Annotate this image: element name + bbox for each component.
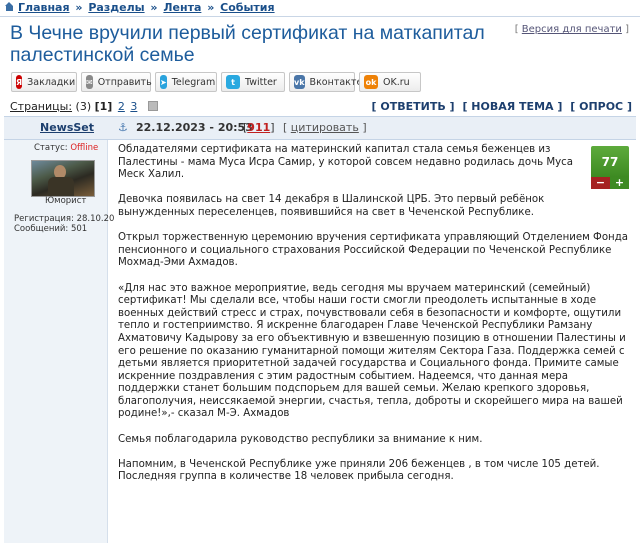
telegram-icon: ➤ [160,75,167,89]
odnoklassniki-icon: ok [364,75,378,89]
share-vk-button[interactable]: vk Вконтакте [289,72,362,92]
post-body: Обладателями сертификата на материнский … [118,144,628,497]
topic-actions: [ ОТВЕТИТЬ ] [ НОВАЯ ТЕМА ] [ ОПРОС ] [368,100,632,113]
post-header: NewsSet ⚓ 22.12.2023 - 20:53 [911] [ цит… [4,116,636,140]
breadcrumb-separator: » [207,1,215,14]
share-mail-button[interactable]: ✉ Отправить [81,72,152,92]
mail-icon: ✉ [86,75,93,89]
quote-label[interactable]: цитировать [291,121,359,134]
print-version-label[interactable]: Версия для печати [522,24,622,35]
share-label: Вконтакте [309,76,363,88]
rating-plus-button[interactable]: + [610,177,629,189]
breadcrumb-separator: » [150,1,158,14]
post-paragraph: «Для нас это важное мероприятие, ведь се… [118,282,626,420]
new-topic-button[interactable]: [ НОВАЯ ТЕМА ] [462,100,562,113]
share-label: Twitter [245,76,277,88]
topic-options-icon[interactable] [147,101,158,111]
poll-button[interactable]: [ ОПРОС ] [570,100,632,113]
print-version-link[interactable]: [ Версия для печати ] [515,24,629,35]
divider [0,16,640,17]
status-label: Статус: [34,143,68,153]
post-number-link[interactable]: 911 [247,121,270,134]
pagination: Страницы: (3) [1] 2 3 [10,100,158,113]
print-bracket-close: ] [625,24,629,35]
breadcrumb-separator: » [75,1,83,14]
share-twitter-button[interactable]: t Twitter [221,72,285,92]
post-paragraph: Семья поблагодарила руководство республи… [118,433,483,445]
post-paragraph: Открыл торжественную церемонию вручения … [118,232,628,269]
post-paragraph: Обладателями сертификата на материнский … [118,144,573,181]
user-message-count: Сообщений: 501 [14,224,88,234]
user-status: Статус: Offline [34,143,98,153]
post-date: 22.12.2023 - 20:53 [136,121,253,134]
reply-button[interactable]: [ ОТВЕТИТЬ ] [372,100,455,113]
avatar [31,160,95,197]
post-paragraph: Девочка появилась на свет 14 декабря в Ш… [118,194,545,218]
share-telegram-button[interactable]: ➤ Telegram [155,72,217,92]
user-info-panel: Статус: Offline Юморист Регистрация: 28.… [4,140,114,543]
share-label: Закладки [27,76,76,88]
vk-icon: vk [294,75,305,89]
post-anchor-icon[interactable]: ⚓ [118,122,129,134]
pages-label: Страницы: [10,100,73,113]
post-rating: 77 − + [591,146,629,189]
breadcrumb-sections[interactable]: Разделы [88,1,144,14]
share-label: Telegram [171,76,216,88]
post-count: [911] [243,121,275,134]
count-bracket: ] [270,121,275,134]
quote-button[interactable]: [ цитировать ] [283,121,367,134]
share-ok-button[interactable]: ok OK.ru [359,72,421,92]
breadcrumb: Главная » Разделы » Лента » События [4,1,275,15]
print-bracket-open: [ [514,24,519,35]
share-label: OK.ru [383,76,410,88]
post-paragraph: Напомним, в Чеченской Республике уже при… [118,458,600,483]
post-author[interactable]: NewsSet [40,121,94,134]
rating-value: 77 [591,146,629,177]
yandex-bookmarks-icon: Я [16,75,23,89]
home-icon[interactable] [4,2,15,12]
page-title: В Чечне вручили первый сертификат на мат… [10,22,485,66]
current-page: [1] [94,100,113,113]
share-bookmarks-button[interactable]: Я Закладки [11,72,77,92]
breadcrumb-events[interactable]: События [220,1,274,14]
pages-total: (3) [75,100,92,113]
user-registration: Регистрация: 28.10.20 [14,214,115,224]
twitter-icon: t [226,75,240,89]
rating-minus-button[interactable]: − [591,177,610,189]
breadcrumb-home[interactable]: Главная [18,1,70,14]
status-value: Offline [70,143,99,153]
page-link-3[interactable]: 3 [130,100,137,113]
user-rank: Юморист [45,196,87,206]
page-link-2[interactable]: 2 [118,100,125,113]
breadcrumb-feed[interactable]: Лента [163,1,201,14]
share-label: Отправить [97,76,152,88]
